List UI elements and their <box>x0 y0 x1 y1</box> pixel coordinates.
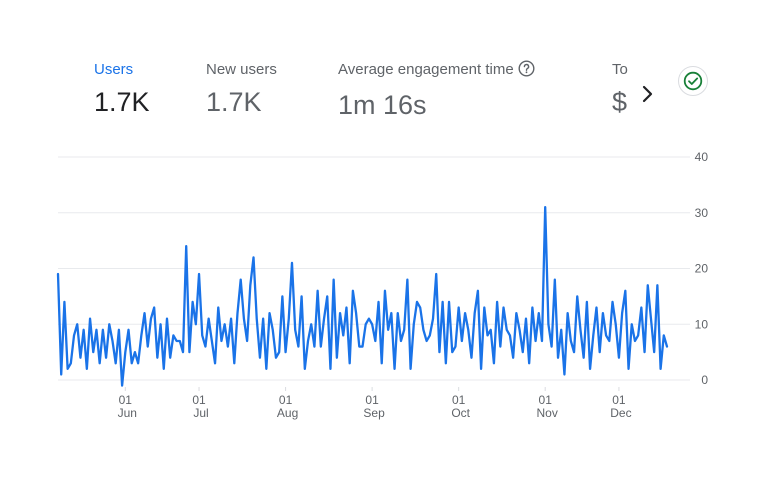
x-tick-day: 01 <box>539 393 553 407</box>
y-tick-label: 40 <box>695 150 709 164</box>
users-series-line <box>56 206 669 387</box>
metric-value: 1.7K <box>94 87 150 117</box>
metric-label: New users <box>206 61 277 78</box>
x-tick-day: 01 <box>365 393 379 407</box>
x-tick-month: Sep <box>363 406 385 420</box>
users-line-chart: 01020304001Jun01Jul01Aug01Sep01Oct01Nov0… <box>56 150 709 420</box>
metric-tab-truncated[interactable]: To $ <box>612 60 628 118</box>
metric-value: 1m 16s <box>338 90 427 120</box>
check-circle-icon[interactable] <box>678 66 708 96</box>
x-tick-month: Jun <box>118 406 137 420</box>
x-tick-day: 01 <box>119 393 133 407</box>
x-tick-day: 01 <box>612 393 626 407</box>
metric-tab-average-engagement-time[interactable]: Average engagement time 1m 16s <box>338 60 535 121</box>
x-tick-month: Oct <box>451 406 470 420</box>
metric-tab-users[interactable]: Users 1.7K <box>94 60 150 118</box>
x-tick-month: Jul <box>193 406 208 420</box>
x-tick-month: Nov <box>537 406 558 420</box>
x-tick-day: 01 <box>279 393 293 407</box>
y-tick-label: 0 <box>701 373 708 387</box>
x-tick-month: Aug <box>277 406 298 420</box>
x-tick-day: 01 <box>452 393 466 407</box>
metric-label: Average engagement time <box>338 61 514 78</box>
metric-label: Users <box>94 61 134 78</box>
metric-tab-new-users[interactable]: New users 1.7K <box>206 60 277 118</box>
metric-label: To <box>612 61 628 78</box>
y-tick-label: 20 <box>695 262 709 276</box>
metric-label-row: Average engagement time <box>338 60 535 83</box>
y-tick-label: 10 <box>695 317 709 331</box>
metric-value: $ <box>612 87 628 117</box>
help-circle-icon[interactable] <box>518 60 535 83</box>
chevron-right-icon[interactable] <box>638 80 658 108</box>
x-tick-day: 01 <box>192 393 206 407</box>
y-tick-label: 30 <box>695 206 709 220</box>
x-tick-month: Dec <box>610 406 631 420</box>
metric-value: 1.7K <box>206 87 262 117</box>
